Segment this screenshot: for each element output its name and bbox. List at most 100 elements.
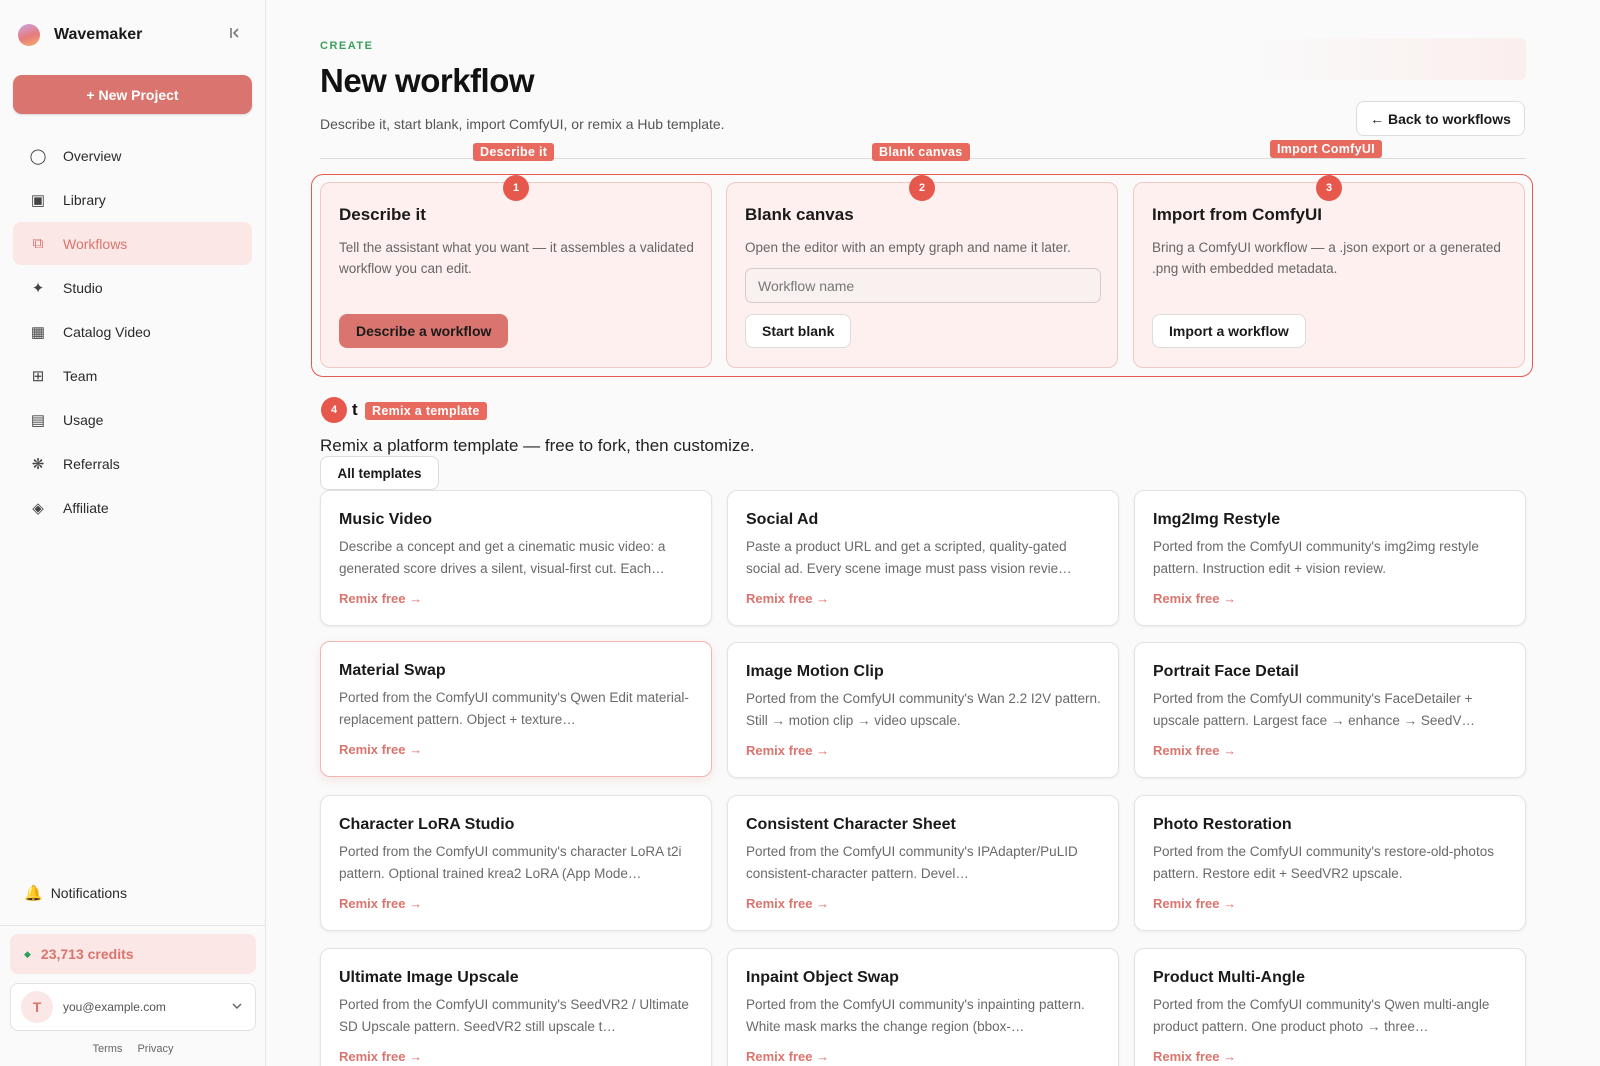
- card-title: Describe it: [339, 205, 426, 224]
- bell-icon: 🔔: [24, 885, 43, 902]
- start-blank-button[interactable]: Start blank: [745, 314, 852, 348]
- remix-free-link[interactable]: Remix free →: [339, 1049, 422, 1064]
- remix-free-link[interactable]: Remix free →: [1153, 896, 1236, 911]
- sidebar-item-label: Library: [63, 191, 106, 208]
- import-workflow-button[interactable]: Import a workflow: [1152, 314, 1306, 348]
- template-card[interactable]: Ultimate Image Upscale Ported from the C…: [320, 948, 712, 1066]
- template-title: Photo Restoration: [1153, 816, 1292, 833]
- sidebar-nav: ◯ Overview ▣ Library ⧉ Workflows ✦ Studi…: [13, 134, 252, 530]
- template-title: Img2Img Restyle: [1153, 511, 1281, 528]
- new-project-button[interactable]: + New Project: [13, 75, 252, 114]
- header-decoration: [1250, 38, 1526, 80]
- template-description: Ported from the ComfyUI community's IPAd…: [746, 844, 1078, 881]
- template-card[interactable]: Photo Restoration Ported from the ComfyU…: [1134, 795, 1526, 931]
- card-description: Bring a ComfyUI workflow — a .json expor…: [1152, 240, 1501, 276]
- template-card[interactable]: Inpaint Object Swap Ported from the Comf…: [727, 948, 1119, 1066]
- app: Wavemaker + New Project ◯ Overview ▣ Lib…: [0, 0, 1600, 1066]
- account-menu[interactable]: T you@example.com: [10, 983, 256, 1031]
- sidebar-item-referrals[interactable]: ❋ Referrals: [13, 442, 252, 485]
- sidebar-item-label: Referrals: [63, 455, 120, 472]
- annotation-tag-blank: Blank canvas: [872, 143, 970, 161]
- sidebar-item-label: Overview: [63, 147, 122, 164]
- page-title: New workflow: [320, 62, 535, 99]
- sidebar-item-studio[interactable]: ✦ Studio: [13, 266, 252, 309]
- step-marker-3: 3: [1316, 175, 1342, 201]
- notifications-label: Notifications: [50, 885, 127, 901]
- eyebrow: CREATE: [320, 40, 374, 52]
- sidebar-item-label: Usage: [63, 411, 104, 428]
- brand-logo-icon: [18, 24, 40, 46]
- sidebar-item-workflows[interactable]: ⧉ Workflows: [13, 222, 252, 265]
- template-description: Ported from the ComfyUI community's char…: [339, 844, 682, 881]
- privacy-link[interactable]: Privacy: [137, 1043, 173, 1055]
- notifications-link[interactable]: 🔔 Notifications: [24, 884, 127, 902]
- template-card[interactable]: Image Motion Clip Ported from the ComfyU…: [727, 642, 1119, 778]
- card-title: Import from ComfyUI: [1152, 205, 1322, 224]
- template-title: Material Swap: [339, 662, 446, 679]
- sidebar-item-library[interactable]: ▣ Library: [13, 178, 252, 221]
- template-title: Character LoRA Studio: [339, 816, 515, 833]
- brand[interactable]: Wavemaker: [18, 24, 142, 46]
- remix-subtitle: Remix a platform template — free to fork…: [320, 436, 755, 455]
- remix-free-link[interactable]: Remix free →: [746, 591, 829, 606]
- sidebar-item-label: Studio: [63, 279, 103, 296]
- template-description: Ported from the ComfyUI community's Face…: [1153, 691, 1475, 728]
- team-icon: ⊞: [31, 367, 45, 385]
- annotation-tag-import: Import ComfyUI: [1270, 140, 1382, 158]
- remix-free-link[interactable]: Remix free →: [746, 896, 829, 911]
- step-marker-2: 2: [909, 175, 935, 201]
- card-title: Blank canvas: [745, 205, 854, 224]
- all-templates-filter[interactable]: All templates: [320, 456, 439, 490]
- template-card[interactable]: Consistent Character Sheet Ported from t…: [727, 795, 1119, 931]
- describe-card: Describe it Tell the assistant what you …: [320, 182, 712, 368]
- remix-free-link[interactable]: Remix free →: [1153, 1049, 1236, 1064]
- remix-free-link[interactable]: Remix free →: [339, 896, 422, 911]
- template-card[interactable]: Img2Img Restyle Ported from the ComfyUI …: [1134, 490, 1526, 626]
- template-description: Ported from the ComfyUI community's rest…: [1153, 844, 1494, 881]
- template-card[interactable]: Portrait Face Detail Ported from the Com…: [1134, 642, 1526, 778]
- template-card[interactable]: Character LoRA Studio Ported from the Co…: [320, 795, 712, 931]
- template-card[interactable]: Product Multi-Angle Ported from the Comf…: [1134, 948, 1526, 1066]
- blank-canvas-card: Blank canvas Open the editor with an emp…: [726, 182, 1118, 368]
- template-card[interactable]: Music Video Describe a concept and get a…: [320, 490, 712, 626]
- template-card[interactable]: Social Ad Paste a product URL and get a …: [727, 490, 1119, 626]
- remix-free-link[interactable]: Remix free →: [339, 591, 422, 606]
- catalog-grid-icon: ▦: [30, 323, 46, 341]
- overview-icon: ◯: [29, 147, 47, 165]
- template-title: Consistent Character Sheet: [746, 816, 956, 833]
- sidebar-item-affiliate[interactable]: ◈ Affiliate: [13, 486, 252, 529]
- template-title: Ultimate Image Upscale: [339, 969, 519, 986]
- sidebar-item-catalog-video[interactable]: ▦ Catalog Video: [13, 310, 252, 353]
- terms-link[interactable]: Terms: [92, 1043, 122, 1055]
- remix-free-link[interactable]: Remix free →: [746, 1049, 829, 1064]
- credits-badge[interactable]: ◆ 23,713 credits: [10, 934, 256, 974]
- template-description: Ported from the ComfyUI community's img2…: [1153, 539, 1479, 576]
- affiliate-icon: ◈: [32, 499, 44, 517]
- brand-name: Wavemaker: [54, 26, 143, 43]
- referrals-icon: ❋: [31, 455, 45, 473]
- remix-heading-fragment: t: [352, 400, 358, 419]
- back-to-workflows-button[interactable]: ← Back to workflows: [1356, 101, 1525, 136]
- template-description: Ported from the ComfyUI community's Wan …: [746, 691, 1101, 728]
- step-marker-4: 4: [321, 397, 347, 423]
- sidebar-item-label: Affiliate: [63, 499, 109, 516]
- collapse-sidebar-button[interactable]: [226, 26, 244, 46]
- annotation-tag-remix: Remix a template: [365, 402, 487, 420]
- remix-free-link[interactable]: Remix free →: [1153, 591, 1236, 606]
- describe-workflow-button[interactable]: Describe a workflow: [339, 314, 509, 348]
- workflows-icon: ⧉: [32, 235, 44, 252]
- template-title: Inpaint Object Swap: [746, 969, 899, 986]
- studio-sparkle-icon: ✦: [31, 279, 45, 297]
- remix-free-link[interactable]: Remix free →: [746, 743, 829, 758]
- template-description: Ported from the ComfyUI community's Seed…: [339, 997, 689, 1034]
- card-description: Open the editor with an empty graph and …: [745, 240, 1071, 255]
- sidebar-item-overview[interactable]: ◯ Overview: [13, 134, 252, 177]
- sidebar-item-team[interactable]: ⊞ Team: [13, 354, 252, 397]
- remix-free-link[interactable]: Remix free →: [339, 742, 422, 757]
- sidebar-item-usage[interactable]: ▤ Usage: [13, 398, 252, 441]
- template-card[interactable]: Material Swap Ported from the ComfyUI co…: [320, 641, 712, 777]
- workflow-name-input[interactable]: [745, 268, 1101, 303]
- remix-free-link[interactable]: Remix free →: [1153, 743, 1236, 758]
- template-description: Ported from the ComfyUI community's Qwen…: [1153, 997, 1490, 1034]
- sidebar-item-label: Workflows: [63, 235, 128, 252]
